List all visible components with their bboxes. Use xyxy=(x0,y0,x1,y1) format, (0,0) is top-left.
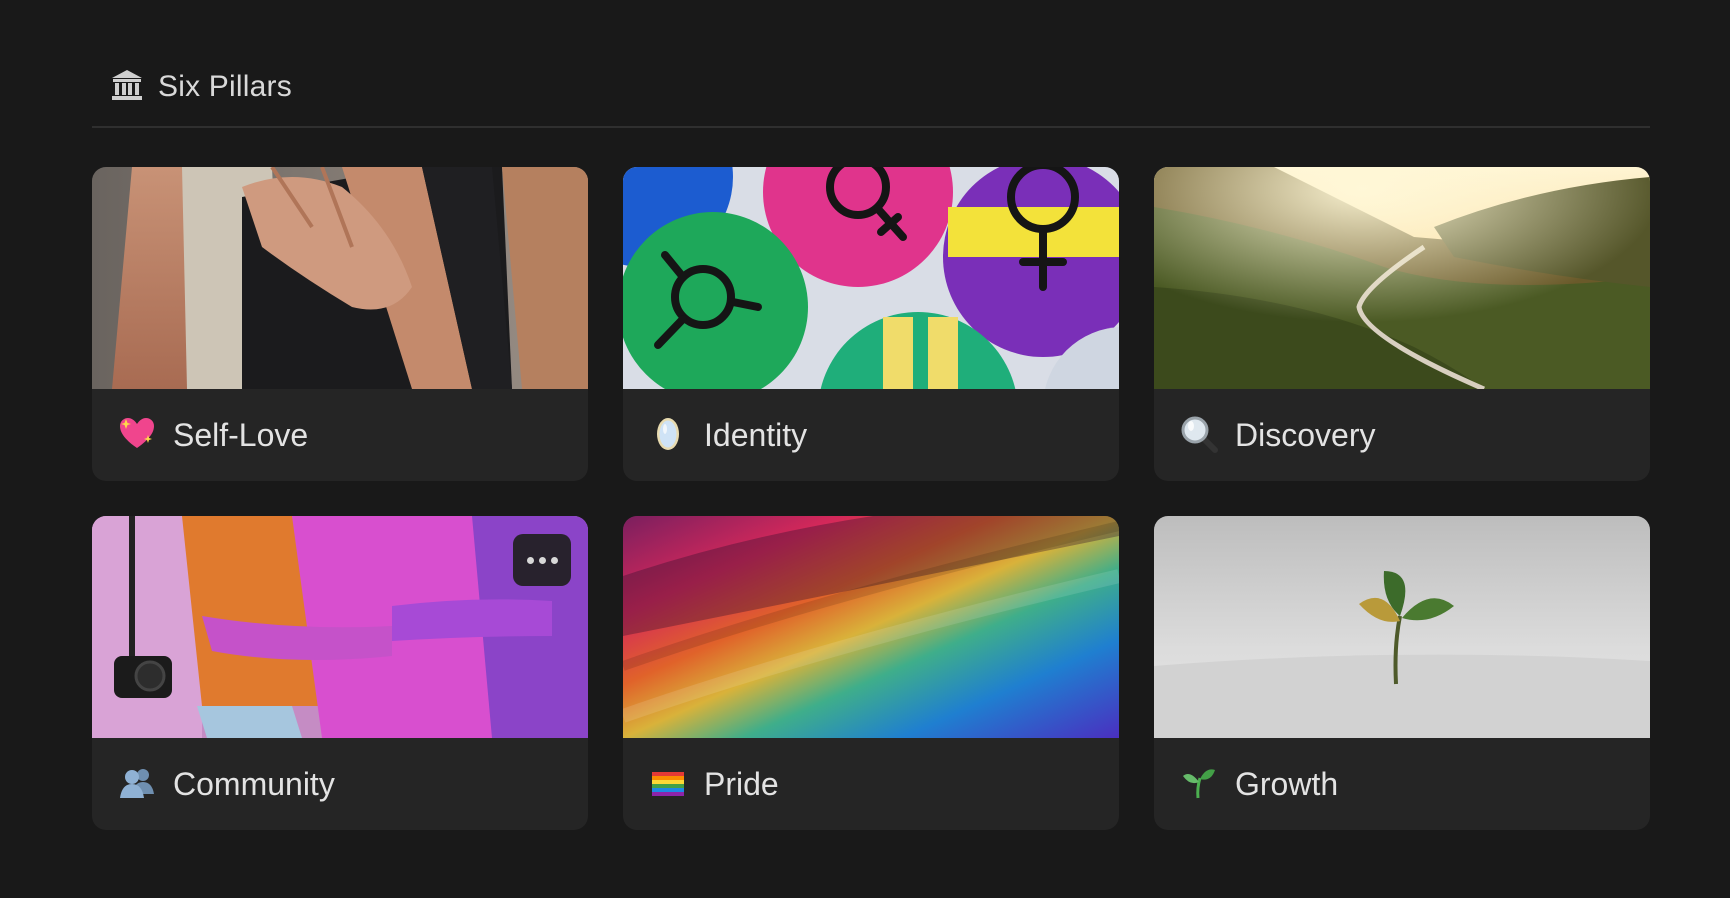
card-self-love[interactable]: Self-Love xyxy=(92,167,588,481)
card-pride[interactable]: Pride xyxy=(623,516,1119,830)
card-footer: Growth xyxy=(1154,738,1650,830)
card-label: Identity xyxy=(704,417,808,453)
classical-building-icon xyxy=(110,68,144,102)
section-header: Six Pillars xyxy=(92,60,1650,128)
card-footer: Identity xyxy=(623,389,1119,481)
gallery-page: Six Pillars Self-Love Identity Discovery… xyxy=(0,0,1730,898)
card-label: Pride xyxy=(704,766,779,802)
mirror-icon xyxy=(649,415,687,453)
card-footer: Self-Love xyxy=(92,389,588,481)
card-label: Discovery xyxy=(1235,417,1376,453)
gallery-grid: Self-Love Identity Discovery Community P… xyxy=(92,167,1650,830)
card-cover-image xyxy=(623,516,1119,738)
seedling-icon xyxy=(1180,764,1218,802)
card-cover-image xyxy=(623,167,1119,389)
card-label: Self-Love xyxy=(173,417,309,453)
card-cover-image xyxy=(1154,516,1650,738)
card-label: Community xyxy=(173,766,335,802)
card-footer: Pride xyxy=(623,738,1119,830)
page-title: Six Pillars xyxy=(158,70,292,103)
card-identity[interactable]: Identity xyxy=(623,167,1119,481)
more-dot xyxy=(538,556,546,564)
more-dot xyxy=(526,556,534,564)
card-cover-image xyxy=(1154,167,1650,389)
card-footer: Discovery xyxy=(1154,389,1650,481)
sparkling-heart-icon xyxy=(118,415,156,453)
more-dot xyxy=(550,556,558,564)
card-discovery[interactable]: Discovery xyxy=(1154,167,1650,481)
magnifying-glass-icon xyxy=(1180,415,1218,453)
busts-in-silhouette-icon xyxy=(118,764,156,802)
more-options-button[interactable] xyxy=(513,534,571,586)
card-growth[interactable]: Growth xyxy=(1154,516,1650,830)
rainbow-flag-icon xyxy=(649,764,687,802)
card-community[interactable]: Community xyxy=(92,516,588,830)
card-footer: Community xyxy=(92,738,588,830)
card-cover-image xyxy=(92,167,588,389)
card-label: Growth xyxy=(1235,766,1339,802)
